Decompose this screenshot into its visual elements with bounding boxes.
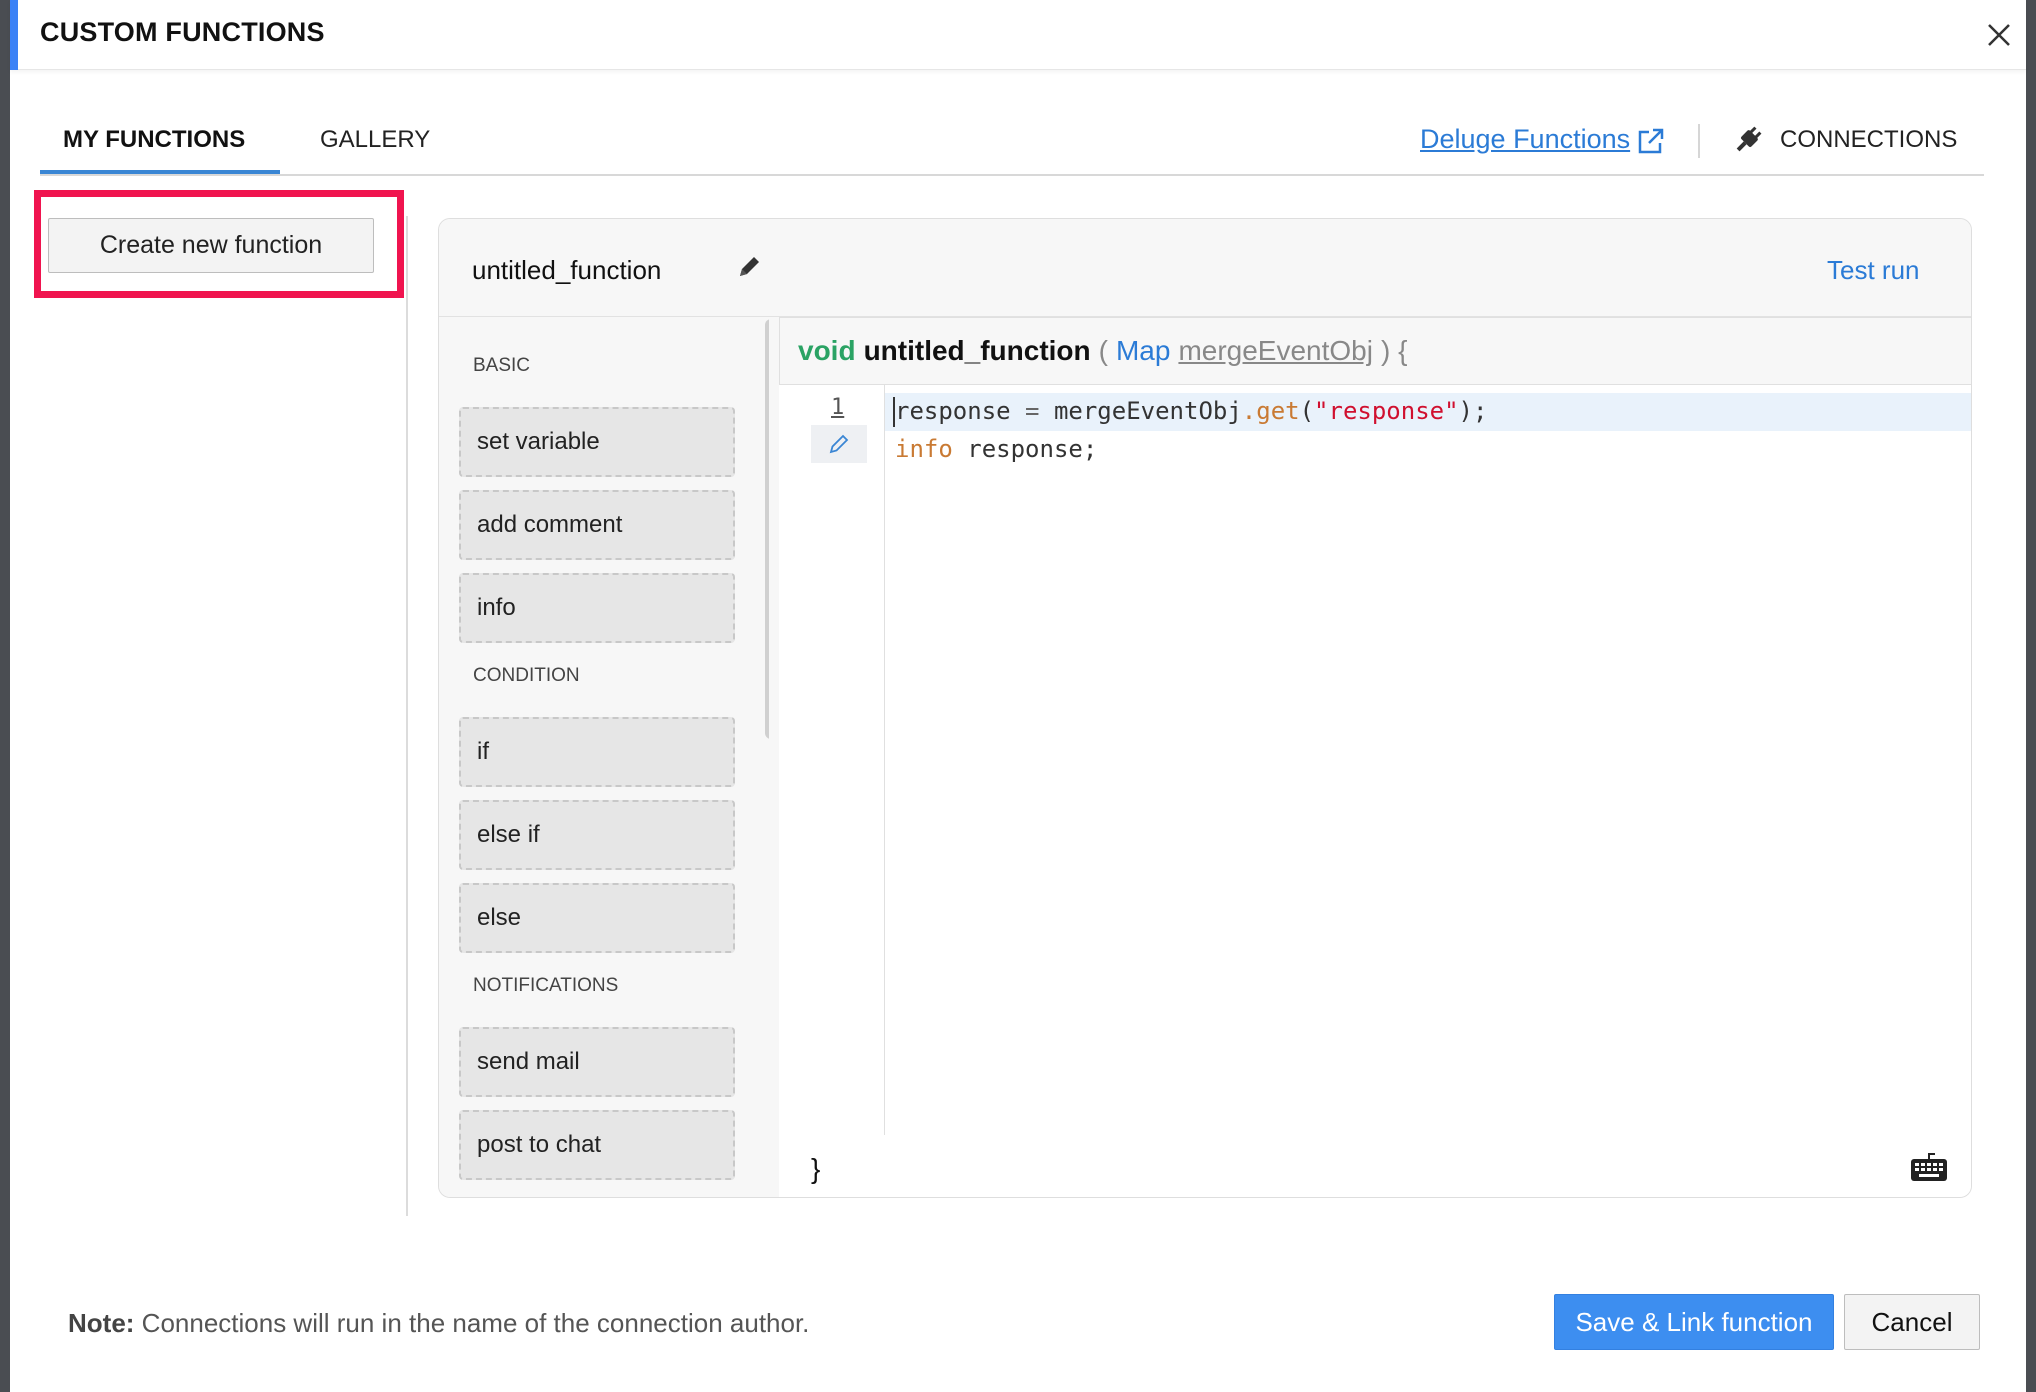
function-signature: void untitled_function ( Map mergeEventO…	[779, 317, 1971, 385]
section-heading-basic: BASIC	[473, 355, 531, 376]
tab-bar: MY FUNCTIONS GALLERY Deluge Functions CO…	[40, 108, 1984, 176]
code-token: response	[895, 397, 1011, 425]
code-token: .get	[1241, 397, 1300, 425]
block-if[interactable]: if	[459, 717, 735, 787]
line-gutter: 1	[779, 385, 885, 1135]
line-edit-button[interactable]	[811, 425, 867, 463]
create-new-function-button[interactable]: Create new function	[48, 218, 374, 273]
closing-brace: }	[811, 1153, 821, 1184]
tab-gallery[interactable]: GALLERY	[320, 126, 430, 154]
code-token: info	[895, 435, 953, 463]
pencil-outline-icon	[829, 434, 849, 454]
statement-palette: BASIC set variable add comment info COND…	[439, 317, 769, 1197]
tab-divider	[1698, 124, 1700, 158]
dialog-title: CUSTOM FUNCTIONS	[40, 17, 325, 47]
pencil-icon[interactable]	[735, 253, 763, 281]
signature-open-paren: (	[1098, 335, 1108, 366]
signature-return-type: void	[798, 335, 856, 366]
save-and-link-button[interactable]: Save & Link function	[1554, 1294, 1834, 1350]
tab-my-functions[interactable]: MY FUNCTIONS	[63, 126, 245, 154]
code-token: (	[1299, 397, 1315, 425]
footer-note: Note: Connections will run in the name o…	[68, 1308, 809, 1339]
section-heading-notifications: NOTIFICATIONS	[473, 975, 619, 996]
plug-icon	[1736, 126, 1762, 152]
custom-functions-dialog: CUSTOM FUNCTIONS MY FUNCTIONS GALLERY De…	[10, 0, 2026, 1392]
code-token: );	[1458, 397, 1488, 425]
function-editor: untitled_function Test run BASIC set var…	[438, 218, 1972, 1198]
connections-tab[interactable]: CONNECTIONS	[1780, 126, 1957, 154]
code-line-2[interactable]: info response;	[895, 435, 1097, 463]
signature-param-name[interactable]: mergeEventObj	[1178, 335, 1373, 367]
block-else-if[interactable]: else if	[459, 800, 735, 870]
block-send-mail[interactable]: send mail	[459, 1027, 735, 1097]
signature-param-type: Map	[1115, 335, 1171, 366]
function-name: untitled_function	[472, 255, 662, 285]
note-label: Note:	[68, 1308, 135, 1338]
signature-function-name: untitled_function	[863, 335, 1091, 366]
external-link-icon[interactable]	[1636, 126, 1666, 156]
block-add-comment[interactable]: add comment	[459, 490, 735, 560]
block-else[interactable]: else	[459, 883, 735, 953]
sidebar-divider	[406, 216, 408, 1216]
block-info[interactable]: info	[459, 573, 735, 643]
keyboard-icon[interactable]	[1909, 1151, 1949, 1183]
note-text: Connections will run in the name of the …	[134, 1308, 810, 1338]
active-tab-underline	[40, 170, 280, 174]
deluge-functions-link[interactable]: Deluge Functions	[1420, 124, 1630, 155]
block-post-to-chat[interactable]: post to chat	[459, 1110, 735, 1180]
code-token: "response"	[1314, 397, 1459, 425]
block-set-variable[interactable]: set variable	[459, 407, 735, 477]
code-token: =	[1010, 397, 1054, 425]
dialog-header: CUSTOM FUNCTIONS	[10, 0, 2026, 70]
section-heading-condition: CONDITION	[473, 665, 580, 686]
close-icon	[1988, 24, 2010, 46]
editor-toolbar: untitled_function Test run	[439, 219, 1971, 317]
close-button[interactable]	[1978, 14, 2020, 56]
code-token: response;	[952, 435, 1098, 463]
palette-scrollbar[interactable]	[765, 319, 769, 739]
code-token: mergeEventObj	[1053, 397, 1242, 425]
cancel-button[interactable]: Cancel	[1844, 1294, 1980, 1350]
code-line-1[interactable]: response = mergeEventObj.get("response")…	[895, 397, 1487, 425]
accent-bar	[10, 0, 18, 70]
signature-close: ) {	[1380, 335, 1408, 366]
code-editor[interactable]: void untitled_function ( Map mergeEventO…	[779, 317, 1971, 1197]
test-run-button[interactable]: Test run	[1827, 255, 1920, 286]
line-number: 1	[831, 395, 845, 420]
